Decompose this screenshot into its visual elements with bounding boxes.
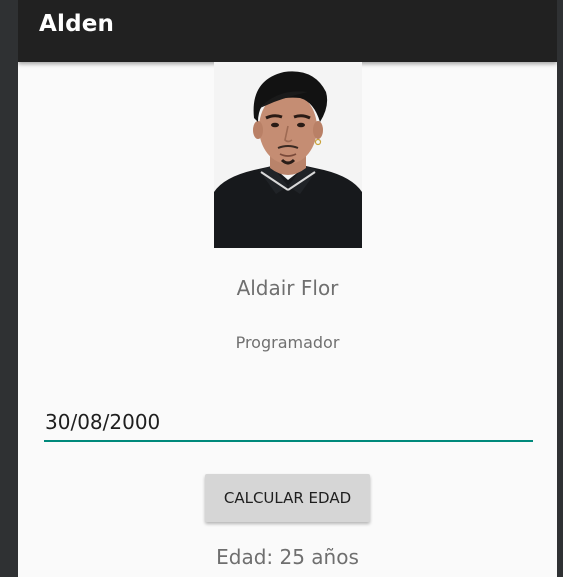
- app-screen: Alden Aldair Flor Programador 30/08/2000…: [18, 0, 557, 577]
- profile-photo-illustration: [214, 62, 362, 248]
- device-frame-right: [557, 0, 563, 577]
- birthdate-input[interactable]: [44, 404, 533, 442]
- profile-photo: [214, 62, 362, 248]
- profile-role: Programador: [235, 333, 340, 352]
- app-title: Alden: [39, 11, 115, 37]
- calculate-age-button[interactable]: CALCULAR EDAD: [205, 474, 370, 522]
- age-result: Edad: 25 años: [216, 545, 359, 569]
- device-frame-left: [0, 0, 18, 577]
- app-bar: Alden: [18, 0, 557, 62]
- profile-name: Aldair Flor: [236, 276, 339, 300]
